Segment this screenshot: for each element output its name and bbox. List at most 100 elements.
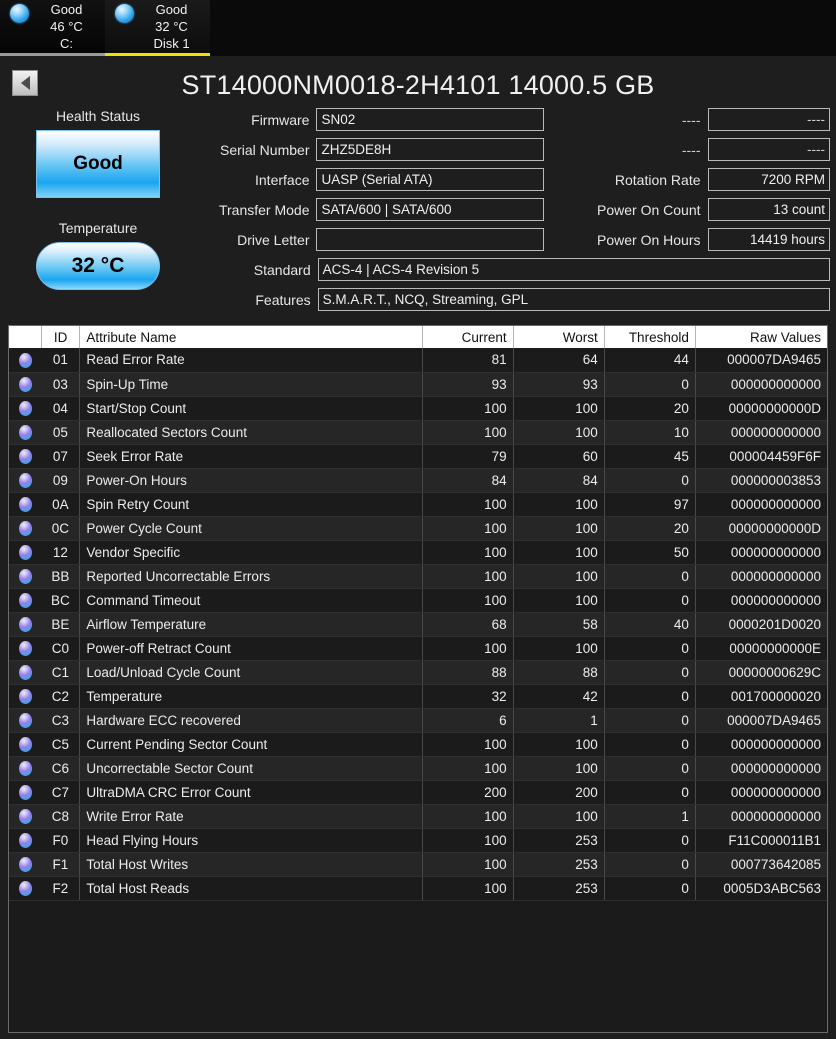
status-sphere-icon	[18, 736, 32, 752]
status-sphere-icon	[18, 640, 32, 656]
row-status-cell	[9, 540, 42, 565]
column-header-name[interactable]: Attribute Name	[79, 326, 423, 348]
table-row[interactable]: C8 Write Error Rate 100 100 1 000000000000	[9, 804, 827, 829]
table-row[interactable]: C6 Uncorrectable Sector Count 100 100 0 00000…	[9, 756, 827, 781]
cell-worst: 200	[513, 780, 605, 805]
row-status-cell	[9, 636, 42, 661]
table-row[interactable]: BC Command Timeout 100 100 0 000000000000	[9, 588, 827, 613]
status-sphere-icon	[18, 400, 32, 416]
table-body: 01 Read Error Rate 81 64 44 000007DA9465 03 Spi…	[9, 348, 827, 901]
drive-tab-1[interactable]: Good 32 °C Disk 1	[105, 0, 210, 56]
table-row[interactable]: 0C Power Cycle Count 100 100 20 00000000000D	[9, 516, 827, 541]
row-status-cell	[9, 468, 42, 493]
cell-raw: 000000000000	[695, 804, 827, 829]
table-row[interactable]: C7 UltraDMA CRC Error Count 200 200 0 0000000…	[9, 780, 827, 805]
cell-worst: 60	[513, 444, 605, 469]
table-row[interactable]: 0A Spin Retry Count 100 100 97 000000000000	[9, 492, 827, 517]
cell-name: Write Error Rate	[79, 804, 423, 829]
table-row[interactable]: 01 Read Error Rate 81 64 44 000007DA9465	[9, 348, 827, 373]
info-value-blank-right[interactable]: ----	[707, 108, 830, 131]
cell-current: 100	[422, 540, 514, 565]
table-row[interactable]: C3 Hardware ECC recovered 6 1 0 000007DA9465	[9, 708, 827, 733]
info-row: Features S.M.A.R.T., NCQ, Streaming, GPL	[196, 288, 830, 311]
column-header-current[interactable]: Current	[422, 326, 514, 348]
table-row[interactable]: 03 Spin-Up Time 93 93 0 000000000000	[9, 372, 827, 397]
cell-threshold: 50	[604, 540, 696, 565]
table-row[interactable]: F1 Total Host Writes 100 253 0 000773642085	[9, 852, 827, 877]
tab-selection-underline	[0, 53, 105, 56]
table-row[interactable]: F2 Total Host Reads 100 253 0 0005D3ABC563	[9, 876, 827, 901]
status-sphere-icon	[18, 352, 32, 368]
cell-name: Uncorrectable Sector Count	[79, 756, 423, 781]
cell-raw: F11C000011B1	[695, 828, 827, 853]
table-row[interactable]: C1 Load/Unload Cycle Count 88 88 0 0000000062…	[9, 660, 827, 685]
cell-name: Reported Uncorrectable Errors	[79, 564, 423, 589]
cell-name: Command Timeout	[79, 588, 423, 613]
cell-name: Read Error Rate	[79, 348, 423, 373]
table-row[interactable]: 12 Vendor Specific 100 100 50 000000000000	[9, 540, 827, 565]
row-status-cell	[9, 396, 42, 421]
table-row[interactable]: C2 Temperature 32 42 0 001700000020	[9, 684, 827, 709]
table-row[interactable]: C0 Power-off Retract Count 100 100 0 00000000…	[9, 636, 827, 661]
drive-tab-0[interactable]: Good 46 °C C:	[0, 0, 105, 56]
info-label-transfer-mode: Transfer Mode	[218, 201, 310, 218]
info-value-power-on-count-right[interactable]: 13 count	[707, 198, 830, 221]
cell-id: C1	[41, 660, 81, 685]
table-row[interactable]: BB Reported Uncorrectable Errors 100 100 0 00…	[9, 564, 827, 589]
info-value-standard[interactable]: ACS-4 | ACS-4 Revision 5	[317, 258, 830, 281]
status-sphere-icon	[18, 424, 32, 440]
cell-threshold: 0	[604, 636, 696, 661]
info-value-serial-number[interactable]: ZHZ5DE8H	[316, 138, 544, 161]
info-value-blank-right[interactable]: ----	[707, 138, 830, 161]
row-status-cell	[9, 708, 42, 733]
info-value-firmware[interactable]: SN02	[316, 108, 544, 131]
cell-worst: 100	[513, 516, 605, 541]
column-header-threshold[interactable]: Threshold	[604, 326, 696, 348]
cell-name: Spin-Up Time	[79, 372, 423, 397]
cell-current: 200	[422, 780, 514, 805]
cell-worst: 100	[513, 540, 605, 565]
table-row[interactable]: F0 Head Flying Hours 100 253 0 F11C000011B1	[9, 828, 827, 853]
cell-id: 05	[41, 420, 81, 445]
tab-status-text: Good	[50, 2, 83, 17]
row-status-cell	[9, 876, 42, 901]
info-value-rotation-rate-right[interactable]: 7200 RPM	[707, 168, 830, 191]
info-value-transfer-mode[interactable]: SATA/600 | SATA/600	[316, 198, 544, 221]
cell-raw: 000000000000	[695, 564, 827, 589]
row-status-cell	[9, 804, 42, 829]
table-row[interactable]: 09 Power-On Hours 84 84 0 000000003853	[9, 468, 827, 493]
cell-current: 100	[422, 420, 514, 445]
table-header: ID Attribute Name Current Worst Threshol…	[9, 326, 827, 348]
cell-worst: 100	[513, 636, 605, 661]
column-header-worst[interactable]: Worst	[513, 326, 605, 348]
column-header-raw[interactable]: Raw Values	[695, 326, 827, 348]
row-status-cell	[9, 612, 42, 637]
table-row[interactable]: 05 Reallocated Sectors Count 100 100 10 00000…	[9, 420, 827, 445]
status-sphere-icon	[18, 592, 32, 608]
table-row[interactable]: BE Airflow Temperature 68 58 40 0000201D0020	[9, 612, 827, 637]
table-row[interactable]: C5 Current Pending Sector Count 100 100 0 000…	[9, 732, 827, 757]
tab-temperature-text: 32 °C	[155, 19, 188, 34]
column-header-id[interactable]: ID	[41, 326, 81, 348]
info-value-interface[interactable]: UASP (Serial ATA)	[316, 168, 544, 191]
status-sphere-icon	[18, 784, 32, 800]
info-value-power-on-hours-right[interactable]: 14419 hours	[707, 228, 830, 251]
table-row[interactable]: 07 Seek Error Rate 79 60 45 000004459F6F	[9, 444, 827, 469]
temperature-badge[interactable]: 32 °C	[36, 242, 160, 290]
cell-id: 03	[41, 372, 81, 397]
cell-threshold: 0	[604, 660, 696, 685]
cell-current: 100	[422, 396, 514, 421]
status-sphere-icon	[115, 4, 134, 23]
table-row[interactable]: 04 Start/Stop Count 100 100 20 00000000000D	[9, 396, 827, 421]
info-value-drive-letter[interactable]	[316, 228, 544, 251]
cell-threshold: 40	[604, 612, 696, 637]
cell-raw: 000000000000	[695, 732, 827, 757]
column-header-icon[interactable]	[9, 326, 42, 348]
info-label-serial-number: Serial Number	[220, 141, 310, 158]
cell-worst: 253	[513, 876, 605, 901]
info-value-features[interactable]: S.M.A.R.T., NCQ, Streaming, GPL	[317, 288, 830, 311]
cell-raw: 000000000000	[695, 492, 827, 517]
cell-raw: 001700000020	[695, 684, 827, 709]
cell-worst: 100	[513, 564, 605, 589]
health-status-badge[interactable]: Good	[36, 130, 160, 198]
